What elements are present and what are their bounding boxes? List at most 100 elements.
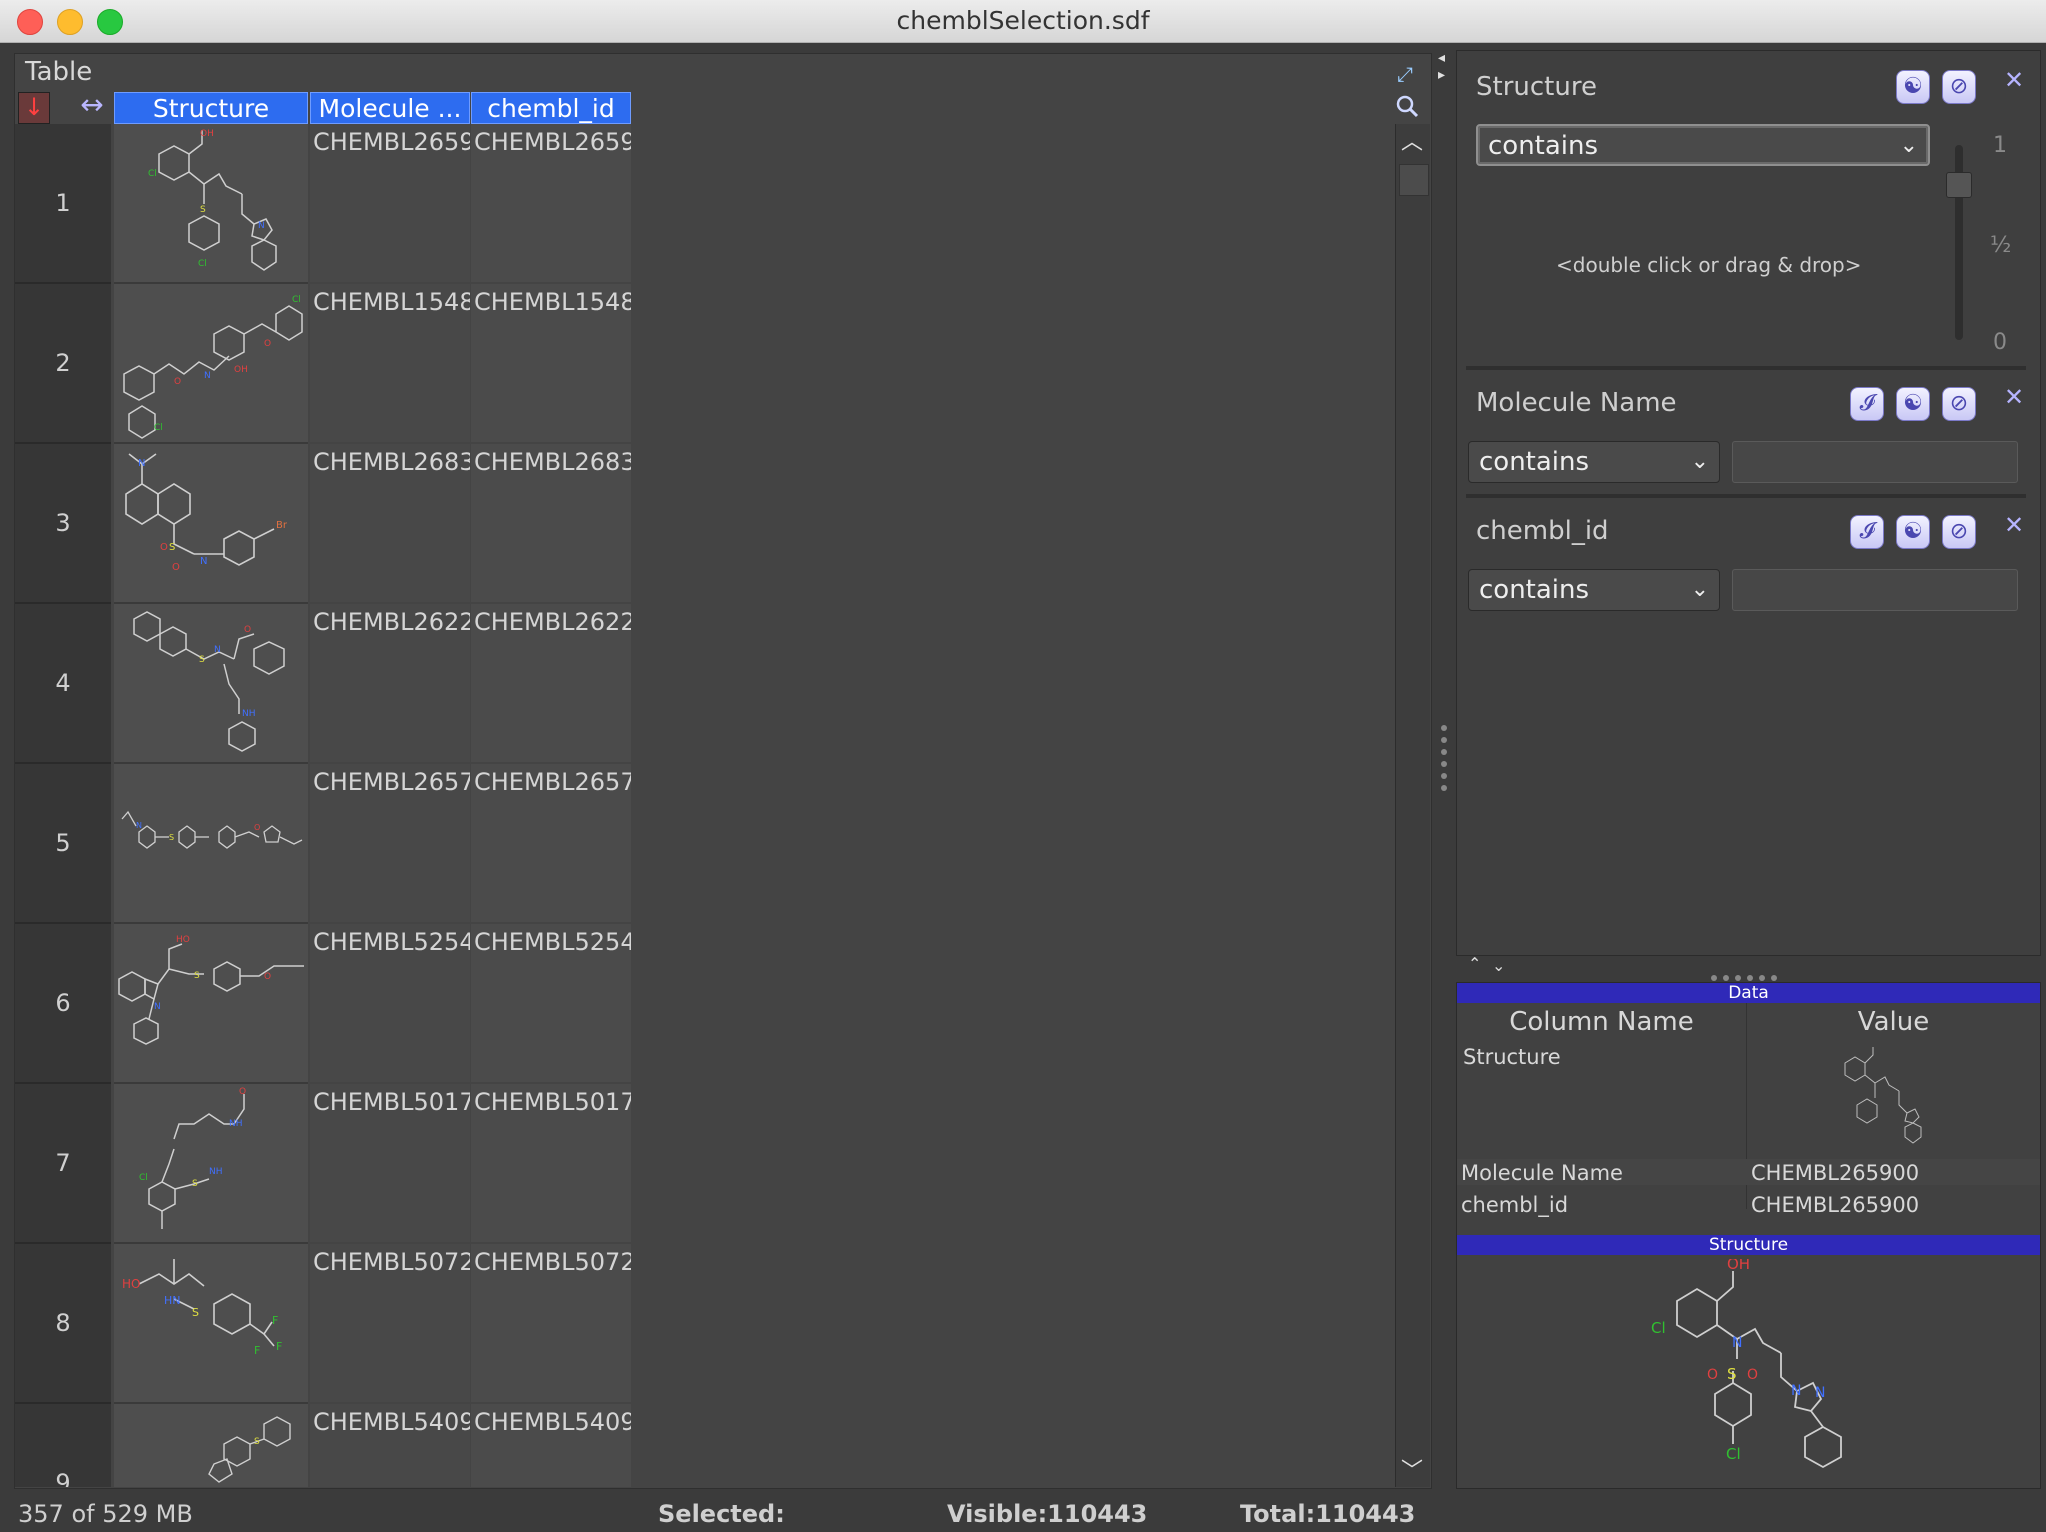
svg-text:O: O (244, 625, 251, 635)
svg-text:Br: Br (276, 520, 288, 531)
chembl-id-cell[interactable]: CHEMBL2683 (471, 444, 631, 602)
scroll-down-icon[interactable]: ﹀ (1401, 1453, 1423, 1485)
detail-row-value[interactable]: CHEMBL265900 (1751, 1161, 1919, 1185)
structure-filter-mode-value: contains (1488, 131, 1599, 161)
chembl-id-cell[interactable]: CHEMBL5072 (471, 1244, 631, 1402)
collapse-left-icon[interactable]: ◂ (1438, 50, 1445, 66)
similarity-slider-knob[interactable] (1946, 172, 1972, 198)
chembl-id-cell[interactable]: CHEMBL5409 (471, 1404, 631, 1487)
table-row[interactable]: 5 N S O CHEMBL2657 CHEMBL2657 (15, 764, 1395, 924)
structure-cell[interactable]: HO HN S F F F (114, 1244, 308, 1404)
molecule-name-cell[interactable]: CHEMBL2683 (310, 444, 470, 602)
invert-filter-icon[interactable]: ☯ (1896, 387, 1930, 421)
svg-text:N: N (258, 221, 265, 231)
invert-filter-icon[interactable]: ☯ (1896, 70, 1930, 104)
atom-label: S (1727, 1365, 1737, 1383)
value-header[interactable]: Value (1747, 1003, 2040, 1041)
disable-filter-icon[interactable]: ⊘ (1942, 387, 1976, 421)
molecule-name-cell[interactable]: CHEMBL1548 (310, 284, 470, 442)
maximize-icon[interactable]: ⤢ (1397, 62, 1413, 86)
regex-filter-icon[interactable]: 𝓘 (1850, 387, 1884, 421)
molecule-name-cell[interactable]: CHEMBL265900 (310, 124, 470, 282)
search-icon[interactable] (1395, 94, 1419, 124)
molecule-name-cell[interactable]: CHEMBL5254 (310, 924, 470, 1082)
table-row[interactable]: 9 S CHEMBL5409 CHEMBL5409 (15, 1404, 1395, 1487)
table-panel-title: Table (25, 57, 93, 87)
chembl-id-filter-mode-select[interactable]: contains ⌄ (1468, 569, 1720, 611)
structure-cell[interactable]: N S O O N Br (114, 444, 308, 604)
svg-text:Cl: Cl (148, 169, 157, 179)
expand-up-icon[interactable]: ⌃ (1468, 954, 1481, 973)
structure-depiction: OH Cl N S O O Cl N N (1651, 1259, 1842, 1469)
svg-text:S: S (200, 205, 206, 215)
molecule-name-cell[interactable]: CHEMBL2657 (310, 764, 470, 922)
table-row[interactable]: 2 O N OH Cl Cl O CHEMBL1548 CHEMBL1548 (15, 284, 1395, 444)
column-name-header[interactable]: Column Name (1457, 1003, 1746, 1041)
molecule-name-filter-input[interactable] (1732, 441, 2018, 483)
structure-filter-mode-select[interactable]: contains ⌄ (1476, 124, 1930, 166)
table-vertical-scrollbar[interactable]: ︿ ﹀ (1395, 124, 1430, 1487)
pane-splitter[interactable]: ◂ ▸ (1434, 45, 1454, 1490)
row-number: 4 (15, 604, 111, 764)
chembl-id-filter-input[interactable] (1732, 569, 2018, 611)
svg-text:OH: OH (234, 365, 248, 375)
slider-label-min: 0 (1993, 330, 2007, 355)
disable-filter-icon[interactable]: ⊘ (1942, 515, 1976, 549)
table-row[interactable]: 4 S N O NH CHEMBL2622 CHEMBL2622 (15, 604, 1395, 764)
structure-cell[interactable]: OH Cl S Cl N (114, 124, 308, 284)
collapse-down-icon[interactable]: ⌄ (1492, 956, 1505, 975)
chembl-id-cell[interactable]: CHEMBL1548 (471, 284, 631, 442)
molecule-structure-icon: S (208, 1416, 291, 1483)
close-structure-filter-icon[interactable]: ✕ (2004, 66, 2024, 94)
chembl-id-cell[interactable]: CHEMBL2622 (471, 604, 631, 762)
column-header-molecule-name[interactable]: Molecule ... (310, 92, 470, 124)
sort-down-icon[interactable]: ↓ (18, 92, 50, 124)
collapse-right-icon[interactable]: ▸ (1438, 67, 1445, 83)
table-row[interactable]: 6 HO S O N CHEMBL5254 CHEMBL5254 (15, 924, 1395, 1084)
row-number: 2 (15, 284, 111, 444)
structure-drop-hint[interactable]: <double click or drag & drop> (1556, 253, 1862, 277)
structure-cell[interactable]: N S O (114, 764, 308, 924)
column-header-structure[interactable]: Structure (114, 92, 308, 124)
disable-filter-icon[interactable]: ⊘ (1942, 70, 1976, 104)
molecule-name-filter-mode-select[interactable]: contains ⌄ (1468, 441, 1720, 483)
svg-text:Cl: Cl (292, 295, 301, 305)
splitter-grip-icon[interactable] (1441, 725, 1447, 797)
molecule-name-cell[interactable]: CHEMBL5017 (310, 1084, 470, 1242)
close-chembl-id-filter-icon[interactable]: ✕ (2004, 511, 2024, 539)
atom-label: N (1732, 1335, 1742, 1351)
chembl-id-cell[interactable]: CHEMBL5017 (471, 1084, 631, 1242)
structure-cell[interactable]: O NH S NH Cl (114, 1084, 308, 1244)
table-row[interactable]: 7 O NH S NH Cl CHEMBL5017 CHEMBL5017 (15, 1084, 1395, 1244)
chembl-id-cell[interactable]: CHEMBL5254 (471, 924, 631, 1082)
row-number: 1 (15, 124, 111, 284)
molecule-structure-icon: S N O NH (133, 611, 285, 752)
molecule-name-cell[interactable]: CHEMBL5072 (310, 1244, 470, 1402)
svg-text:N: N (200, 556, 207, 567)
chembl-id-cell[interactable]: CHEMBL265900 (471, 124, 631, 282)
row-number: 7 (15, 1084, 111, 1244)
column-header-chembl-id[interactable]: chembl_id (471, 92, 631, 124)
table-row[interactable]: 8 HO HN S F F F CHEMBL5072 CHEMBL5072 (15, 1244, 1395, 1404)
svg-text:Cl: Cl (154, 423, 163, 433)
chembl-id-cell[interactable]: CHEMBL2657 (471, 764, 631, 922)
atom-label: Cl (1726, 1445, 1741, 1463)
molecule-name-filter-mode-value: contains (1479, 447, 1590, 477)
molecule-name-cell[interactable]: CHEMBL5409 (310, 1404, 470, 1487)
structure-cell[interactable]: HO S O N (114, 924, 308, 1084)
molecule-name-cell[interactable]: CHEMBL2622 (310, 604, 470, 762)
close-molecule-name-filter-icon[interactable]: ✕ (2004, 383, 2024, 411)
detail-row-value[interactable]: CHEMBL265900 (1751, 1193, 1919, 1217)
structure-cell[interactable]: O N OH Cl Cl O (114, 284, 308, 444)
structure-cell[interactable]: S N O NH (114, 604, 308, 764)
invert-filter-icon[interactable]: ☯ (1896, 515, 1930, 549)
structure-cell[interactable]: S (114, 1404, 308, 1487)
table-row[interactable]: 1 OH Cl S Cl N CHEMBL2659 CHEMBL2659 (15, 124, 1395, 284)
table-row[interactable]: 3 N S O O N Br CHEMBL2683 CHEMBL2683 (15, 444, 1395, 604)
resize-columns-icon[interactable]: ↔ (77, 90, 107, 122)
regex-filter-icon[interactable]: 𝓘 (1850, 515, 1884, 549)
scroll-up-icon[interactable]: ︿ (1401, 124, 1423, 156)
svg-text:O: O (254, 823, 260, 832)
scrollbar-thumb[interactable] (1399, 164, 1429, 196)
svg-text:NH: NH (242, 709, 256, 719)
